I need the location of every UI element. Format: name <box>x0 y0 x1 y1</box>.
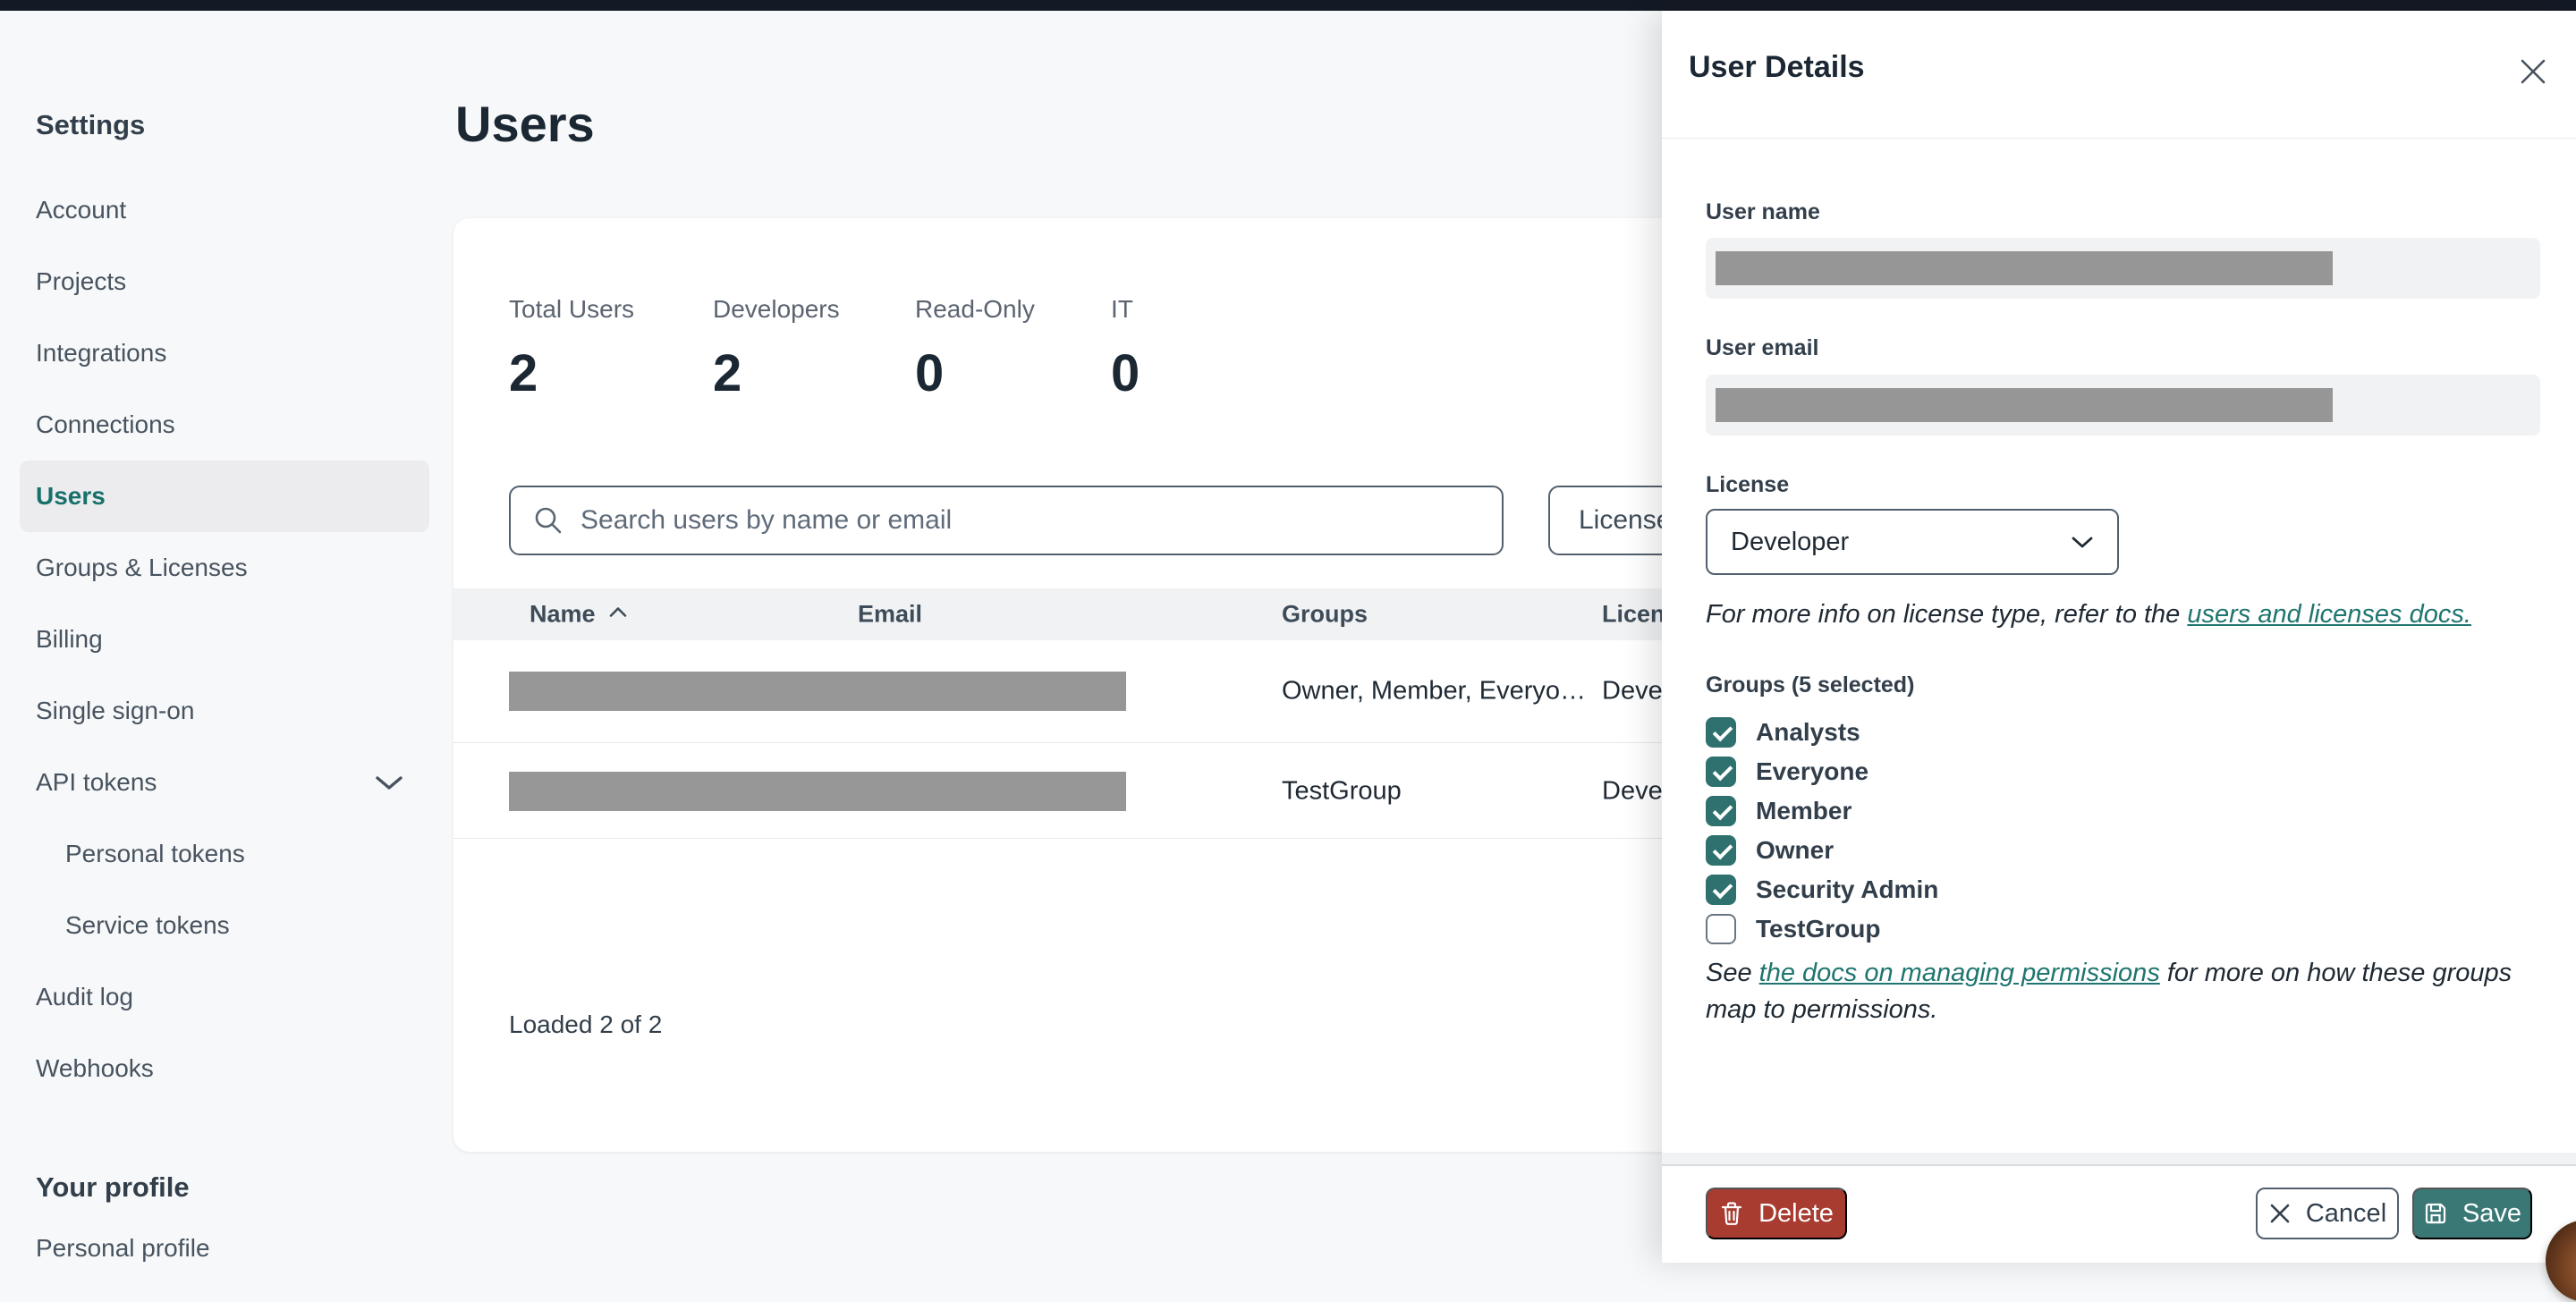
redacted-user-name <box>1716 251 2333 285</box>
sidebar-item-account[interactable]: Account <box>36 174 438 246</box>
sidebar-item-api-tokens[interactable]: API tokens <box>36 747 438 818</box>
checkbox-member[interactable] <box>1706 796 1736 826</box>
stat-developers: Developers 2 <box>713 295 840 402</box>
top-bar <box>0 0 2576 11</box>
delete-button[interactable]: Delete <box>1706 1188 1847 1239</box>
settings-sidebar: Settings Account Projects Integrations C… <box>20 98 438 1280</box>
column-header-name[interactable]: Name <box>530 601 628 629</box>
groups-checkbox-list: Analysts Everyone Member Owner Security … <box>1706 713 1938 949</box>
close-icon <box>2268 1202 2292 1225</box>
checkbox-security-admin[interactable] <box>1706 875 1736 905</box>
license-label: License <box>1706 472 1790 497</box>
sidebar-item-audit-log[interactable]: Audit log <box>36 961 438 1033</box>
groups-label: Groups (5 selected) <box>1706 672 1915 698</box>
group-option-member[interactable]: Member <box>1706 791 1938 831</box>
sidebar-item-webhooks[interactable]: Webhooks <box>36 1033 438 1104</box>
chevron-down-icon <box>2071 535 2094 549</box>
sidebar-nav: Account Projects Integrations Connection… <box>20 174 438 1104</box>
loaded-status: Loaded 2 of 2 <box>509 1010 663 1038</box>
sidebar-item-users[interactable]: Users <box>20 461 429 532</box>
checkbox-everyone[interactable] <box>1706 757 1736 787</box>
redacted-name-email <box>509 672 1126 711</box>
divider <box>1662 138 2576 139</box>
redacted-user-email <box>1716 388 2333 422</box>
stat-read-only: Read-Only 0 <box>915 295 1035 402</box>
sidebar-item-personal-profile[interactable]: Personal profile <box>36 1217 438 1280</box>
sidebar-profile-section-title: Your profile <box>36 1171 190 1203</box>
sidebar-item-integrations[interactable]: Integrations <box>36 317 438 389</box>
group-option-everyone[interactable]: Everyone <box>1706 752 1938 791</box>
checkbox-testgroup[interactable] <box>1706 914 1736 944</box>
group-option-security-admin[interactable]: Security Admin <box>1706 870 1938 909</box>
save-icon <box>2423 1201 2448 1226</box>
user-name-field[interactable] <box>1706 238 2540 299</box>
license-select[interactable]: Developer <box>1706 509 2119 575</box>
redacted-name-email <box>509 771 1126 811</box>
panel-title: User Details <box>1689 50 1865 84</box>
save-button[interactable]: Save <box>2412 1188 2532 1239</box>
search-input[interactable] <box>580 505 1480 536</box>
license-info-note: For more info on license type, refer to … <box>1706 600 2471 629</box>
page-title: Users <box>455 96 595 152</box>
panel-footer: Delete Cancel Save <box>1662 1153 2576 1263</box>
chevron-down-icon <box>374 774 404 791</box>
user-search-box <box>509 486 1504 555</box>
user-name-label: User name <box>1706 199 1820 224</box>
sidebar-section-title: Settings <box>36 109 146 140</box>
sidebar-item-groups-licenses[interactable]: Groups & Licenses <box>36 532 438 604</box>
sort-ascending-icon <box>608 605 628 618</box>
stat-it: IT 0 <box>1111 295 1140 402</box>
user-email-field[interactable] <box>1706 375 2540 435</box>
group-option-analysts[interactable]: Analysts <box>1706 713 1938 752</box>
sidebar-item-service-tokens[interactable]: Service tokens <box>36 890 438 961</box>
search-icon <box>532 504 564 537</box>
sidebar-item-connections[interactable]: Connections <box>36 389 438 461</box>
user-email-label: User email <box>1706 335 1819 360</box>
sidebar-item-personal-tokens[interactable]: Personal tokens <box>36 818 438 890</box>
group-option-owner[interactable]: Owner <box>1706 831 1938 870</box>
managing-permissions-docs-link[interactable]: the docs on managing permissions <box>1759 959 2160 987</box>
close-icon[interactable] <box>2515 54 2551 89</box>
checkbox-analysts[interactable] <box>1706 717 1736 748</box>
group-option-testgroup[interactable]: TestGroup <box>1706 909 1938 949</box>
cancel-button[interactable]: Cancel <box>2256 1188 2399 1239</box>
permissions-note: See the docs on managing permissions for… <box>1706 959 2512 1024</box>
user-details-panel: User Details User name User email Licens… <box>1662 11 2576 1263</box>
users-and-licenses-docs-link[interactable]: users and licenses docs. <box>2187 600 2471 629</box>
stat-total-users: Total Users 2 <box>509 295 635 402</box>
trash-icon <box>1719 1200 1744 1227</box>
sidebar-item-billing[interactable]: Billing <box>36 604 438 675</box>
column-header-email[interactable]: Email <box>858 601 922 629</box>
sidebar-item-projects[interactable]: Projects <box>36 246 438 317</box>
column-header-groups[interactable]: Groups <box>1282 601 1368 629</box>
checkbox-owner[interactable] <box>1706 835 1736 866</box>
sidebar-item-single-sign-on[interactable]: Single sign-on <box>36 675 438 747</box>
